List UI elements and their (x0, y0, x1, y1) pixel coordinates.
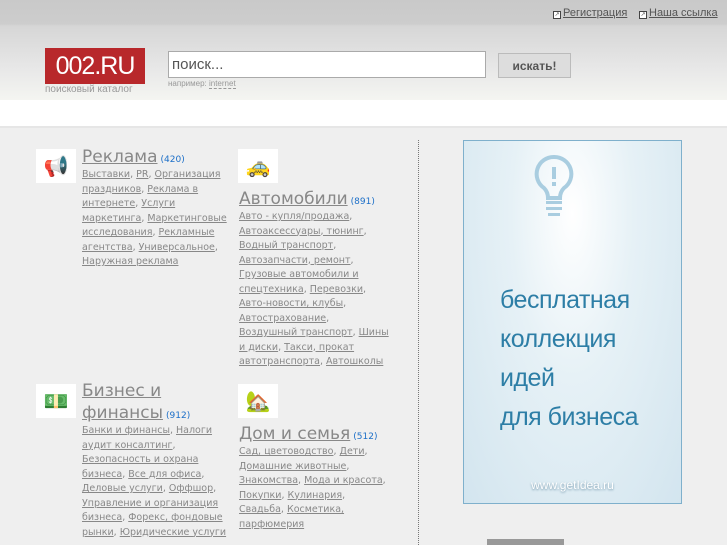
subcategory-link[interactable]: Сад, цветоводство (239, 446, 333, 457)
house-icon[interactable]: 🏡 (238, 384, 278, 418)
subcategory-link[interactable]: Автозапчасти, ремонт (239, 255, 351, 266)
subcategory-link[interactable]: Знакомства (239, 475, 298, 486)
category-title[interactable]: Бизнес и финансы (82, 381, 163, 423)
hint-example[interactable]: internet (208, 79, 236, 89)
external-link-icon: ↗ (553, 11, 561, 19)
subcategory-link[interactable]: Оффшор (169, 483, 213, 494)
subcategory-list: Выставки, PR, Организация праздников, Ре… (82, 169, 227, 267)
register-link[interactable]: ↗ Регистрация (553, 7, 627, 19)
category-count: (512) (353, 432, 378, 442)
search-input[interactable] (168, 51, 486, 78)
category-advertising: Реклама (420) Выставки, PR, Организация п… (82, 146, 232, 270)
category-home: Дом и семья (512) Сад, цветоводство, Дети… (239, 423, 389, 532)
external-link-icon: ↗ (639, 11, 647, 19)
megaphone-icon[interactable]: 📢 (36, 149, 76, 183)
subcategory-list: Сад, цветоводство, Дети, Домашние животн… (239, 446, 386, 530)
category-count: (891) (350, 197, 375, 207)
search-hint: например: internet (168, 79, 236, 89)
subcategory-link[interactable]: Покупки (239, 490, 281, 501)
subcategory-link[interactable]: Все для офиса (128, 469, 201, 480)
column-divider (418, 140, 419, 545)
search-button[interactable]: искать! (498, 53, 571, 78)
register-label: Регистрация (563, 7, 628, 19)
subcategory-link[interactable]: Домашние животные (239, 461, 346, 472)
category-count: (420) (160, 155, 185, 165)
subcategory-link[interactable]: Выставки (82, 169, 130, 180)
subcategory-link[interactable]: Авто-новости, клубы (239, 298, 343, 309)
ad-line: бесплатная (500, 286, 630, 314)
category-business: Бизнес и финансы (912) Банки и финансы, Н… (82, 380, 232, 540)
ad-banner[interactable]: бесплатная коллекция идей для бизнеса ww… (463, 140, 682, 504)
subcategory-link[interactable]: Деловые услуги (82, 483, 163, 494)
category-title[interactable]: Дом и семья (239, 424, 350, 444)
subcategory-link[interactable]: Автоаксессуары, тюнинг (239, 226, 364, 237)
header-band (0, 100, 727, 128)
subcategory-link[interactable]: Юридические услуги (120, 527, 226, 538)
hint-label: например: (168, 79, 207, 88)
logo-subtitle: поисковый каталог (45, 84, 133, 95)
category-title[interactable]: Автомобили (239, 189, 348, 209)
subcategory-link[interactable]: Наружная реклама (82, 256, 178, 267)
ad-text: бесплатная коллекция идей для бизнеса (500, 281, 639, 437)
subcategory-link[interactable]: Автошколы (326, 356, 383, 367)
subcategory-link[interactable]: Универсальное (139, 242, 215, 253)
subcategory-link[interactable]: Воздушный транспорт (239, 327, 353, 338)
subcategory-link[interactable]: Водный транспорт (239, 240, 333, 251)
subcategory-link[interactable]: Дети (340, 446, 365, 457)
subcategory-link[interactable]: Перевозки (310, 284, 363, 295)
category-count: (912) (166, 411, 191, 421)
money-icon[interactable]: 💵 (36, 384, 76, 418)
subcategory-link[interactable]: Свадьба (239, 504, 281, 515)
our-link-label: Наша ссылка (649, 7, 718, 19)
subcategory-list: Банки и финансы, Налоги аудит консалтинг… (82, 425, 227, 538)
ad-line: коллекция (500, 325, 616, 353)
car-icon[interactable]: 🚕 (238, 149, 278, 183)
category-title[interactable]: Реклама (82, 147, 158, 167)
category-cars: Автомобили (891) Авто - купля/продажа, Ав… (239, 188, 389, 370)
subcategory-link[interactable]: Банки и финансы (82, 425, 170, 436)
ad-url: www.getIdea.ru (531, 478, 614, 492)
subcategory-link[interactable]: Автострахование (239, 313, 326, 324)
subcategory-link[interactable]: Мода и красота (304, 475, 383, 486)
subcategory-link[interactable]: PR (136, 169, 148, 180)
our-link-link[interactable]: ↗ Наша ссылка (639, 7, 718, 19)
lightbulb-icon (534, 154, 574, 216)
subcategory-link[interactable]: Авто - купля/продажа (239, 211, 349, 222)
ad-line: для бизнеса (500, 403, 639, 431)
subcategory-list: Авто - купля/продажа, Автоаксессуары, тю… (239, 211, 389, 367)
bottom-bar (487, 539, 564, 545)
ad-line: идей (500, 364, 555, 392)
subcategory-link[interactable]: Кулинария (288, 490, 343, 501)
logo[interactable]: 002.RU (45, 48, 145, 84)
